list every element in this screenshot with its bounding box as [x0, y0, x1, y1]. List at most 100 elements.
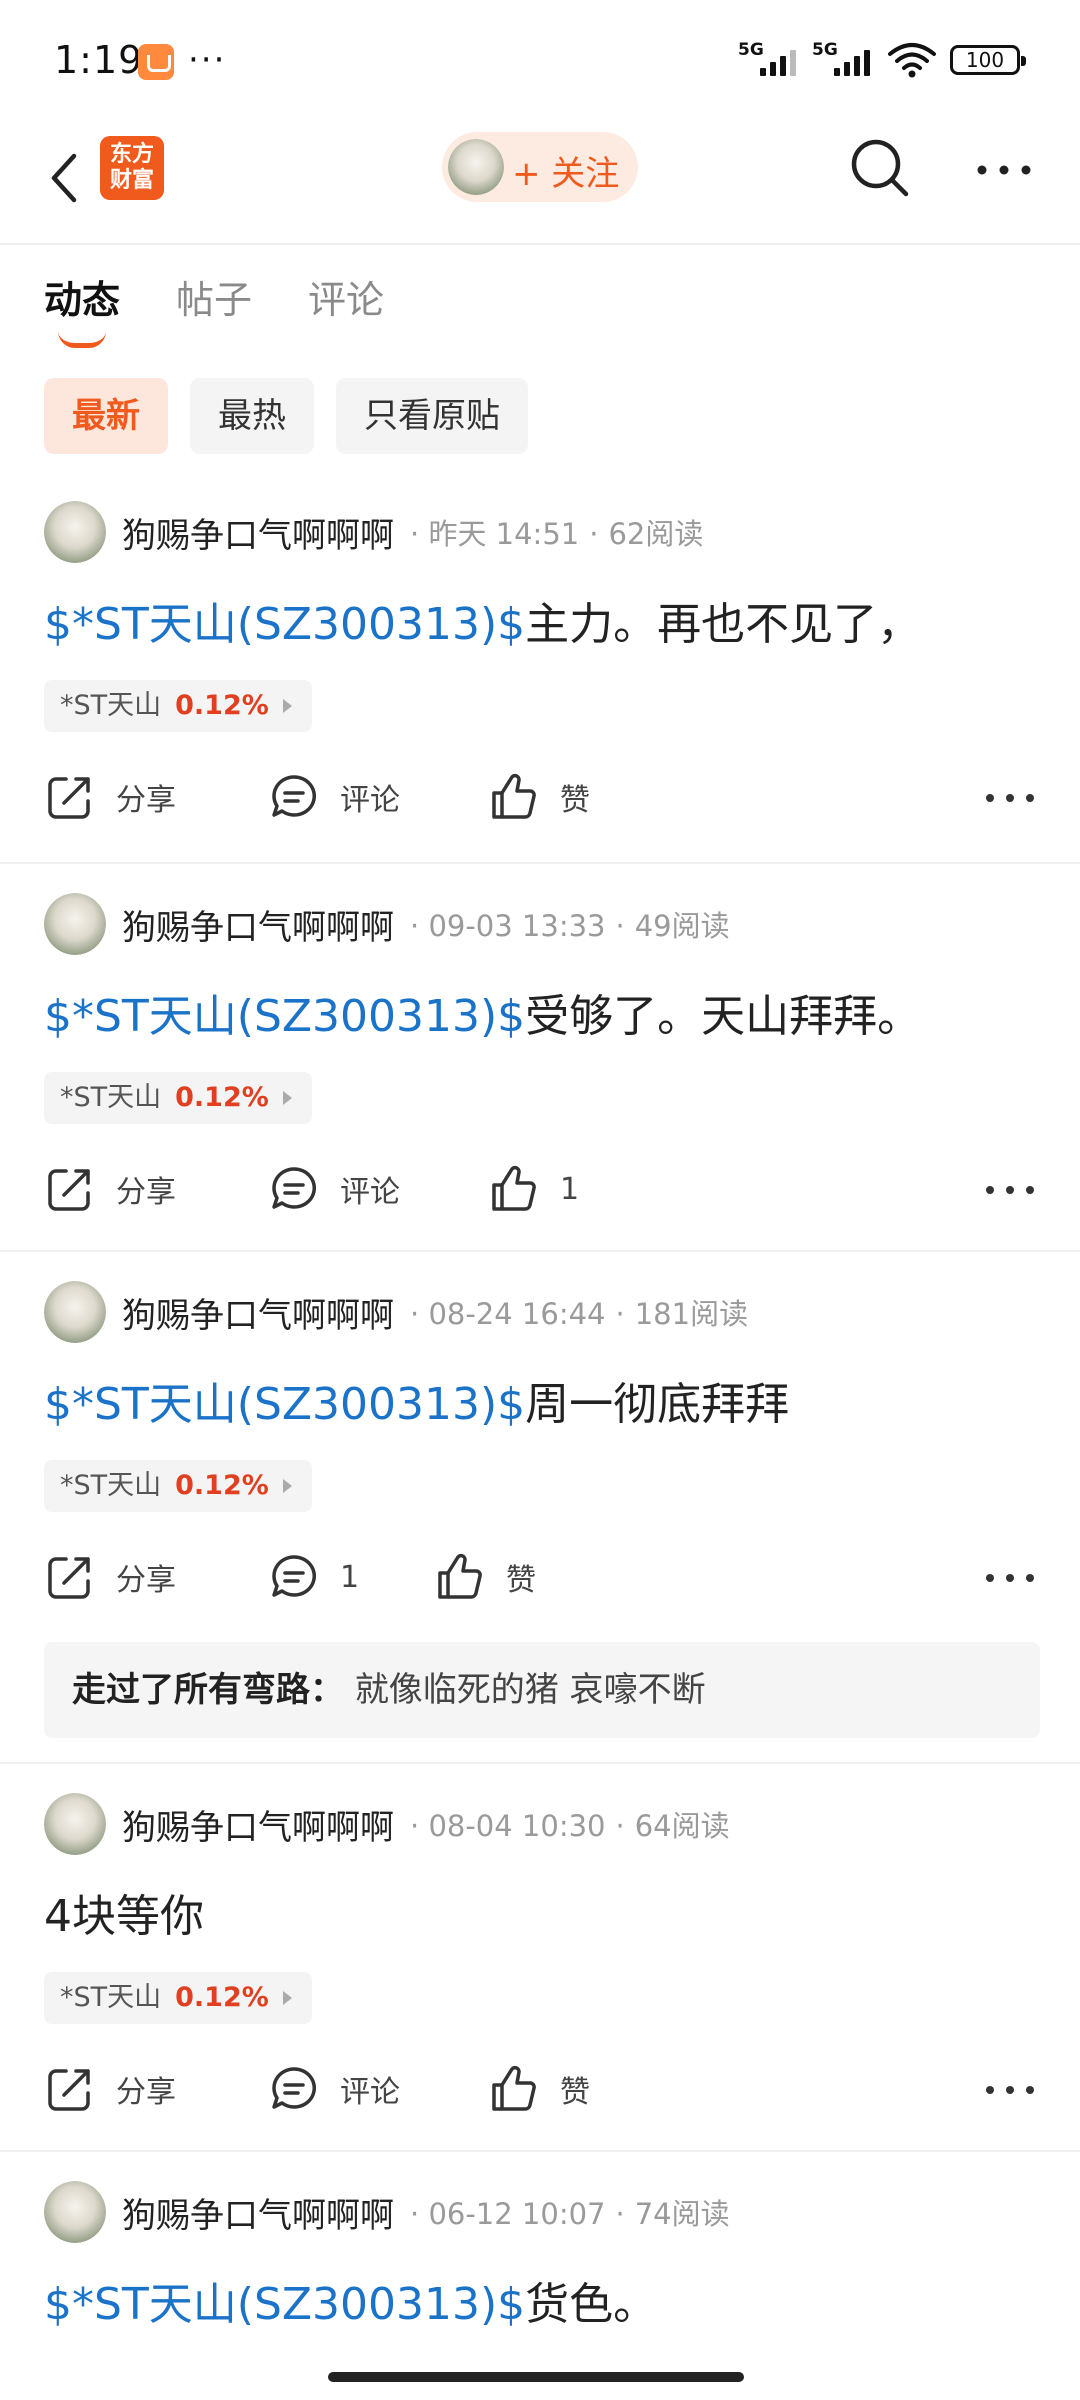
- post-body-text: 4块等你: [44, 1891, 204, 1942]
- post-meta: · 09-03 13:33 · 49阅读: [410, 909, 730, 943]
- network-type-label-2: 5G: [812, 40, 838, 60]
- stock-tag-link[interactable]: $*ST天山(SZ300313)$: [44, 1379, 525, 1430]
- post-more-icon[interactable]: [984, 2068, 1036, 2112]
- post-item[interactable]: 狗赐争口气啊啊啊 · 昨天 14:51 · 62阅读 $*ST天山(SZ300313…: [0, 472, 1080, 864]
- stock-name: *ST天山: [60, 1470, 162, 1501]
- profile-tabs: 动态 帖子 评论: [44, 270, 384, 350]
- comment-button[interactable]: 1: [268, 1542, 359, 1612]
- post-content[interactable]: $*ST天山(SZ300313)$货色。: [44, 2268, 657, 2332]
- post-time: 昨天 14:51: [428, 517, 580, 551]
- share-button[interactable]: 分享: [44, 2054, 176, 2124]
- post-username[interactable]: 狗赐争口气啊啊啊: [122, 900, 394, 949]
- comment-icon: [272, 775, 317, 817]
- post-body-text: 受够了。天山拜拜。: [525, 991, 922, 1042]
- comment-author[interactable]: 走过了所有弯路：: [72, 1670, 344, 1710]
- search-icon[interactable]: [848, 136, 912, 200]
- stock-quote-chip[interactable]: *ST天山 0.12%: [44, 1072, 312, 1124]
- tab-dynamics[interactable]: 动态: [44, 270, 120, 350]
- comment-button[interactable]: 评论: [268, 2054, 400, 2124]
- home-indicator[interactable]: [328, 2372, 744, 2382]
- stock-quote-chip[interactable]: *ST天山 0.12%: [44, 1972, 312, 2024]
- post-item[interactable]: 狗赐争口气啊啊啊 · 06-12 10:07 · 74阅读 $*ST天山(SZ300…: [0, 2152, 1080, 2400]
- post-username[interactable]: 狗赐争口气啊啊啊: [122, 508, 394, 557]
- more-options-icon[interactable]: [974, 140, 1034, 200]
- user-avatar[interactable]: [44, 2181, 106, 2243]
- tab-posts[interactable]: 帖子: [176, 270, 252, 350]
- comment-button[interactable]: 评论: [268, 762, 400, 832]
- post-username[interactable]: 狗赐争口气啊啊啊: [122, 2188, 394, 2237]
- comment-text: 就像临死的猪 哀嚎不断: [354, 1670, 706, 1710]
- logo-text-line1: 东方: [109, 142, 154, 167]
- chevron-right-icon: [282, 699, 292, 713]
- share-button[interactable]: 分享: [44, 1154, 176, 1224]
- stock-tag-link[interactable]: $*ST天山(SZ300313)$: [44, 599, 525, 650]
- tab-comments[interactable]: 评论: [308, 270, 384, 350]
- stock-change-pct: 0.12%: [175, 1982, 269, 2013]
- share-button[interactable]: 分享: [44, 762, 176, 832]
- post-content[interactable]: 4块等你: [44, 1880, 204, 1944]
- post-reads: 49阅读: [634, 909, 730, 943]
- post-more-icon[interactable]: [984, 776, 1036, 820]
- follow-label: + 关注: [512, 154, 620, 194]
- stock-quote-chip[interactable]: *ST天山 0.12%: [44, 680, 312, 732]
- thumbs-up-icon: [492, 1165, 536, 1211]
- post-content[interactable]: $*ST天山(SZ300313)$周一彻底拜拜: [44, 1368, 789, 1432]
- chevron-right-icon: [282, 1091, 292, 1105]
- stock-change-pct: 0.12%: [175, 1082, 269, 1113]
- user-avatar[interactable]: [44, 1281, 106, 1343]
- user-avatar[interactable]: [44, 893, 106, 955]
- comment-preview[interactable]: 走过了所有弯路： 就像临死的猪 哀嚎不断: [44, 1642, 1040, 1738]
- post-username[interactable]: 狗赐争口气啊啊啊: [122, 1288, 394, 1337]
- stock-quote-chip[interactable]: *ST天山 0.12%: [44, 1460, 312, 1512]
- post-reads: 64阅读: [634, 1809, 730, 1843]
- like-button[interactable]: 赞: [488, 762, 590, 832]
- post-meta: · 06-12 10:07 · 74阅读: [410, 2197, 730, 2231]
- user-avatar[interactable]: [44, 501, 106, 563]
- post-more-icon[interactable]: [984, 1168, 1036, 1212]
- logo-text-line2: 财富: [109, 168, 154, 193]
- comment-button[interactable]: 评论: [268, 1154, 400, 1224]
- stock-tag-link[interactable]: $*ST天山(SZ300313)$: [44, 991, 525, 1042]
- share-button[interactable]: 分享: [44, 1542, 176, 1612]
- filter-original-only[interactable]: 只看原贴: [336, 378, 528, 454]
- like-button[interactable]: 赞: [488, 2054, 590, 2124]
- stock-name: *ST天山: [60, 1082, 162, 1113]
- status-more-notifications: ···: [188, 40, 227, 80]
- filter-latest[interactable]: 最新: [44, 378, 168, 454]
- stock-tag-link[interactable]: $*ST天山(SZ300313)$: [44, 2279, 525, 2330]
- post-actions: 分享 评论 赞: [44, 2054, 1040, 2124]
- stock-name: *ST天山: [60, 690, 162, 721]
- post-item[interactable]: 狗赐争口气啊啊啊 · 08-24 16:44 · 181阅读 $*ST天山(SZ30…: [0, 1252, 1080, 1764]
- post-meta: · 昨天 14:51 · 62阅读: [410, 517, 704, 551]
- comment-icon: [272, 1555, 317, 1597]
- stock-change-pct: 0.12%: [175, 1470, 269, 1501]
- post-time: 08-04 10:30: [428, 1809, 606, 1843]
- chevron-right-icon: [282, 1991, 292, 2005]
- app-logo: 东方 财富: [100, 136, 164, 200]
- post-time: 06-12 10:07: [428, 2197, 606, 2231]
- back-arrow-icon[interactable]: [40, 142, 90, 212]
- battery-icon: 100: [950, 45, 1026, 75]
- thumbs-up-icon: [492, 773, 536, 819]
- post-content[interactable]: $*ST天山(SZ300313)$受够了。天山拜拜。: [44, 980, 921, 1044]
- share-label: 分享: [116, 783, 176, 818]
- like-button[interactable]: 1: [488, 1154, 579, 1224]
- post-meta: · 08-04 10:30 · 64阅读: [410, 1809, 730, 1843]
- post-item[interactable]: 狗赐争口气啊啊啊 · 09-03 13:33 · 49阅读 $*ST天山(SZ300…: [0, 864, 1080, 1252]
- post-body-text: 周一彻底拜拜: [525, 1379, 790, 1430]
- share-icon: [48, 2069, 90, 2111]
- like-label: 赞: [560, 2075, 590, 2110]
- user-avatar[interactable]: [44, 1793, 106, 1855]
- like-button[interactable]: 赞: [434, 1542, 536, 1612]
- comment-count: 1: [340, 1559, 360, 1595]
- post-time: 09-03 13:33: [428, 909, 606, 943]
- post-username[interactable]: 狗赐争口气啊啊啊: [122, 1800, 394, 1849]
- post-more-icon[interactable]: [984, 1556, 1036, 1600]
- chevron-right-icon: [282, 1479, 292, 1493]
- wifi-icon: [888, 43, 936, 78]
- follow-button[interactable]: + 关注: [442, 132, 638, 202]
- post-item[interactable]: 狗赐争口气啊啊啊 · 08-04 10:30 · 64阅读 4块等你 *ST天山 0…: [0, 1764, 1080, 2152]
- post-body-text: 货色。: [525, 2279, 658, 2330]
- post-content[interactable]: $*ST天山(SZ300313)$主力。再也不见了，: [44, 588, 921, 652]
- filter-hottest[interactable]: 最热: [190, 378, 314, 454]
